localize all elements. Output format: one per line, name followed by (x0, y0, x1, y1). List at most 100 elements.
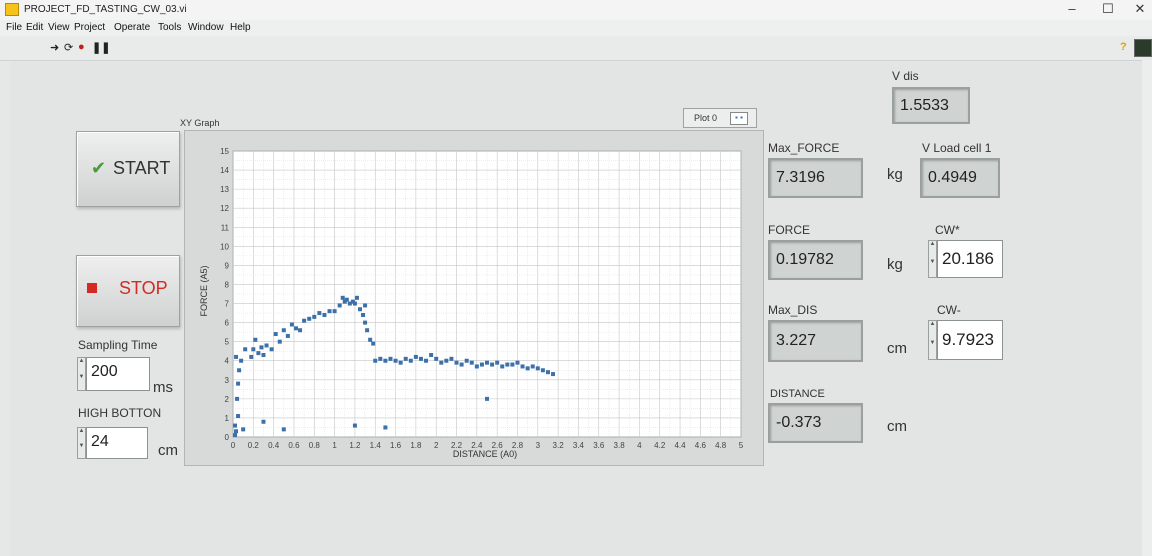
v-load-cell-label: V Load cell 1 (922, 141, 992, 155)
maximize-button[interactable]: ☐ (1100, 1, 1116, 17)
vertical-scrollbar[interactable] (1142, 60, 1152, 556)
data-point (454, 360, 459, 365)
start-button[interactable]: ✔ START (76, 131, 180, 207)
data-point (365, 328, 370, 333)
data-point (277, 339, 282, 344)
data-point (340, 295, 345, 300)
distance-label: DISTANCE (770, 388, 825, 400)
data-point (233, 423, 238, 428)
xy-graph[interactable]: 0 0.2 0.4 0.6 0.8 1 1.2 1.4 1.6 1.8 2 2.2 2.4 2.6 2.8 3… (184, 130, 764, 466)
data-point (264, 343, 269, 348)
run-arrow-icon[interactable]: ➜ (50, 41, 59, 54)
plot-legend[interactable]: Plot 0 ▪ ▪ (683, 108, 757, 128)
x-tick-label: 5 (739, 441, 744, 450)
close-button[interactable]: ✕ (1132, 1, 1148, 17)
data-point (241, 427, 246, 432)
data-point (444, 358, 449, 363)
x-tick-label: 1.4 (370, 441, 382, 450)
sampling-time-spinner[interactable]: ▲ ▼ (77, 357, 86, 391)
data-point (515, 360, 520, 365)
data-point (520, 364, 525, 369)
plot-legend-label: Plot 0 (694, 113, 718, 123)
minimize-button[interactable]: – (1064, 1, 1080, 16)
menu-help[interactable]: Help (230, 22, 251, 33)
menu-operate[interactable]: Operate (114, 22, 150, 33)
cw-minus-spinner[interactable]: ▲ ▼ (928, 320, 937, 360)
data-point (434, 356, 439, 361)
data-point (485, 396, 489, 401)
data-point (354, 295, 359, 300)
menu-edit[interactable]: Edit (26, 22, 43, 33)
y-tick-label: 7 (225, 300, 230, 309)
data-point (239, 358, 244, 363)
x-tick-label: 3.4 (573, 441, 585, 450)
data-point (459, 362, 464, 367)
high-bottom-input[interactable]: 24 (86, 427, 148, 459)
data-point (424, 358, 429, 363)
help-icon[interactable]: ? (1120, 41, 1127, 53)
y-tick-label: 0 (225, 433, 230, 442)
x-tick-label: 1.2 (349, 441, 361, 450)
data-point (273, 332, 278, 337)
data-point (413, 354, 418, 359)
abort-icon[interactable]: ● (78, 41, 85, 53)
sampling-time-input[interactable]: 200 (86, 357, 150, 391)
data-point (236, 414, 241, 419)
y-tick-label: 11 (221, 223, 230, 232)
data-point (418, 356, 423, 361)
data-point (342, 299, 347, 304)
data-point (253, 337, 258, 342)
menu-tools[interactable]: Tools (158, 22, 181, 33)
stop-button[interactable]: STOP (76, 255, 180, 327)
cw-minus-input[interactable]: 9.7923 (937, 320, 1003, 360)
cw-plus-input[interactable]: 20.186 (937, 240, 1003, 278)
x-tick-label: 1 (332, 441, 337, 450)
y-tick-label: 12 (220, 204, 229, 213)
sampling-time-label: Sampling Time (78, 338, 158, 352)
menu-window[interactable]: Window (188, 22, 224, 33)
data-point (363, 320, 368, 325)
data-point (551, 372, 556, 377)
data-point (312, 314, 317, 319)
high-bottom-spinner[interactable]: ▲ ▼ (77, 427, 86, 459)
data-point (251, 347, 256, 352)
menu-file[interactable]: File (6, 22, 22, 33)
data-point (429, 353, 434, 358)
x-tick-label: 4.4 (674, 441, 686, 450)
menu-bar: File Edit View Project Operate Tools Win… (0, 20, 1152, 36)
distance-indicator: -0.373 (768, 403, 863, 443)
cw-plus-spinner[interactable]: ▲ ▼ (928, 240, 937, 278)
max-dis-unit: cm (887, 340, 907, 357)
run-continuously-icon[interactable]: ⟳ (64, 41, 73, 54)
data-point (495, 360, 500, 365)
sampling-time-unit: ms (153, 379, 173, 396)
high-bottom-label: HIGH BOTTON (78, 406, 162, 420)
data-point (373, 358, 378, 363)
x-tick-label: 3.6 (593, 441, 605, 450)
data-point (233, 433, 238, 438)
check-icon: ✔ (91, 158, 107, 178)
data-point (403, 356, 408, 361)
x-tick-label: 2 (434, 441, 439, 450)
x-tick-label: 3.8 (614, 441, 626, 450)
data-point (234, 429, 239, 434)
force-indicator: 0.19782 (768, 240, 863, 280)
data-point (540, 368, 545, 373)
y-tick-label: 4 (225, 357, 230, 366)
data-point (398, 360, 403, 365)
vi-icon (1134, 39, 1152, 57)
data-point (358, 307, 362, 312)
v-dis-label: V dis (892, 69, 919, 83)
pause-icon[interactable]: ❚❚ (92, 41, 110, 54)
data-point (259, 345, 264, 350)
y-tick-label: 2 (225, 395, 230, 404)
xy-graph-svg: 0 0.2 0.4 0.6 0.8 1 1.2 1.4 1.6 1.8 2 2.2 2.4 2.6 2.8 3… (199, 147, 744, 459)
v-load-cell-indicator: 0.4949 (920, 158, 1000, 198)
data-point (281, 427, 286, 432)
menu-view[interactable]: View (48, 22, 70, 33)
menu-project[interactable]: Project (74, 22, 105, 33)
y-tick-label: 1 (225, 414, 230, 423)
data-point (408, 358, 413, 363)
stop-button-label: STOP (119, 278, 168, 298)
xy-graph-label: XY Graph (180, 118, 220, 128)
